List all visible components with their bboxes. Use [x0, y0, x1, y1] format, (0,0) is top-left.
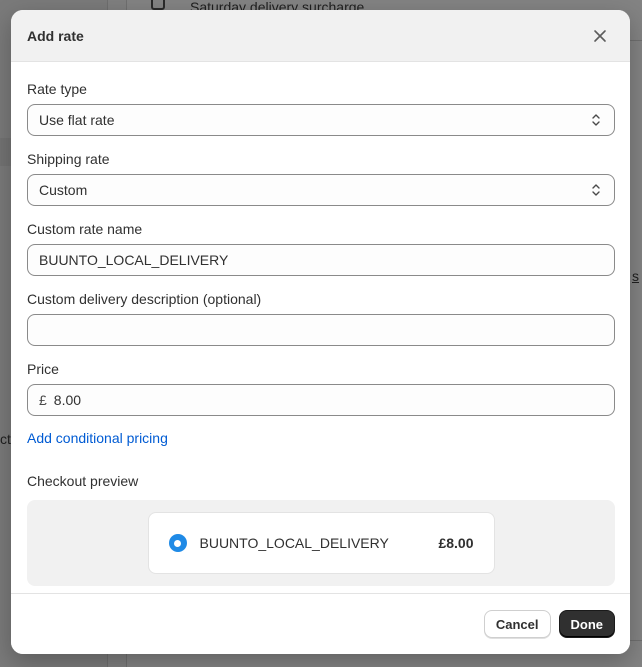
rate-type-label: Rate type: [27, 81, 87, 97]
shipping-rate-value: Custom: [39, 182, 88, 198]
checkout-preview-box: BUUNTO_LOCAL_DELIVERY £8.00: [27, 500, 615, 586]
currency-prefix: £: [39, 392, 47, 408]
shipping-rate-field: Shipping rate Custom: [27, 151, 615, 206]
background-text-fragment: ct: [0, 431, 11, 447]
price-input[interactable]: £ 8.00: [27, 384, 615, 416]
preview-rate-name: BUUNTO_LOCAL_DELIVERY: [199, 535, 389, 551]
preview-rate-price: £8.00: [438, 535, 474, 551]
modal-body: Rate type Use flat rate Shipping rate Cu…: [11, 62, 630, 586]
description-field: Custom delivery description (optional): [27, 291, 615, 346]
custom-rate-name-input[interactable]: BUUNTO_LOCAL_DELIVERY: [27, 244, 615, 276]
checkout-preview-label: Checkout preview: [27, 473, 139, 489]
checkout-preview-card: BUUNTO_LOCAL_DELIVERY £8.00: [147, 512, 495, 574]
custom-rate-name-field: Custom rate name BUUNTO_LOCAL_DELIVERY: [27, 221, 615, 276]
rate-type-value: Use flat rate: [39, 112, 115, 128]
custom-rate-name-value: BUUNTO_LOCAL_DELIVERY: [39, 252, 229, 268]
description-label: Custom delivery description (optional): [27, 291, 262, 307]
shipping-rate-label: Shipping rate: [27, 151, 110, 167]
close-icon: [594, 29, 606, 42]
price-label: Price: [27, 361, 59, 377]
rate-type-field: Rate type Use flat rate: [27, 81, 615, 136]
background-link-fragment: s: [632, 268, 639, 284]
price-value: 8.00: [53, 392, 82, 408]
modal-title: Add rate: [27, 27, 84, 44]
modal-footer: Cancel Done: [11, 593, 630, 654]
add-conditional-pricing-link[interactable]: Add conditional pricing: [27, 430, 168, 446]
rate-type-select[interactable]: Use flat rate: [27, 104, 615, 136]
done-button[interactable]: Done: [558, 610, 615, 638]
description-input[interactable]: [27, 314, 615, 346]
modal-header: Add rate: [11, 10, 630, 62]
radio-dot: [174, 539, 181, 547]
add-rate-modal: Add rate Rate type Use flat rate Shippin…: [11, 10, 630, 654]
custom-rate-name-label: Custom rate name: [27, 221, 143, 237]
shipping-rate-select[interactable]: Custom: [27, 174, 615, 206]
conditional-pricing-row: Add conditional pricing: [27, 430, 614, 446]
selected-radio[interactable]: [168, 534, 187, 552]
select-chevron-icon: [589, 111, 603, 129]
cancel-button[interactable]: Cancel: [483, 610, 551, 638]
close-button[interactable]: [586, 22, 614, 50]
select-chevron-icon: [589, 181, 603, 199]
price-field: Price £ 8.00: [27, 361, 615, 416]
image-icon: [151, 0, 165, 10]
